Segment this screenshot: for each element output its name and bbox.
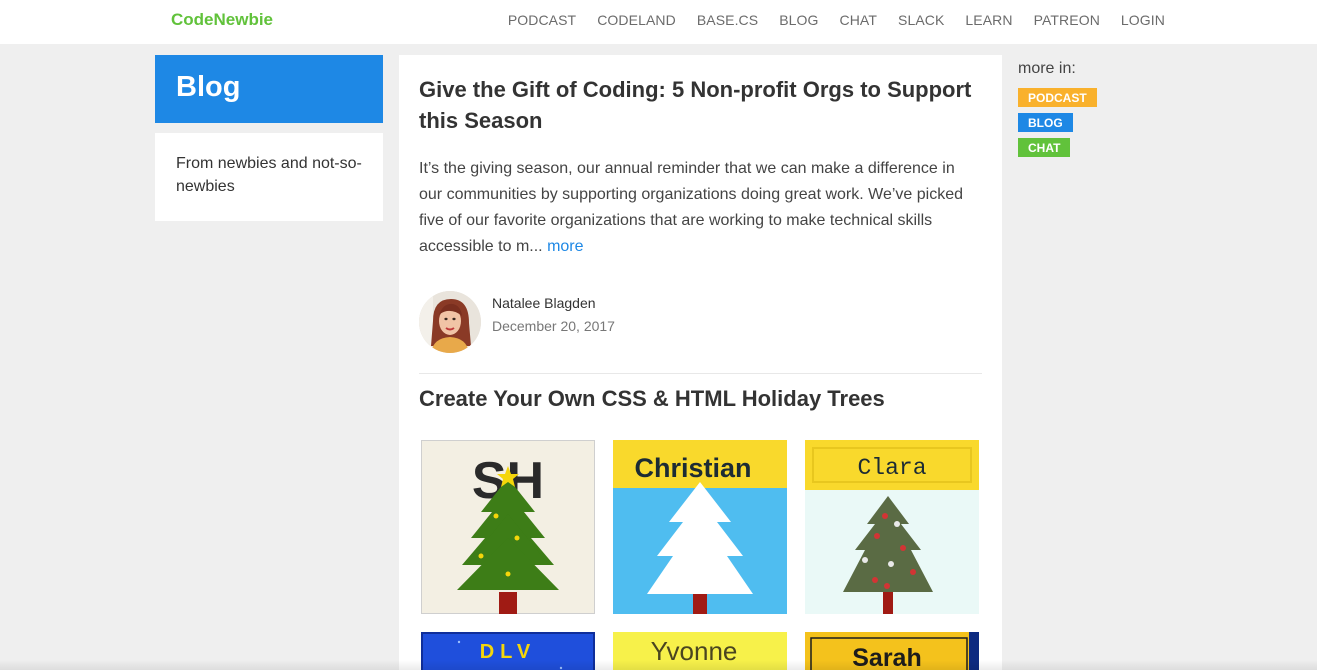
tree-tile-sh[interactable]: SH <box>421 440 595 614</box>
tag-blog[interactable]: BLOG <box>1018 113 1073 132</box>
bottom-shadow <box>0 660 1317 670</box>
post-title[interactable]: Give the Gift of Coding: 5 Non-profit Or… <box>419 74 982 136</box>
nav-basecs[interactable]: BASE.CS <box>697 12 758 28</box>
nav-codeland[interactable]: CODELAND <box>597 12 676 28</box>
more-in-heading: more in: <box>1018 60 1076 77</box>
category-links: more in: PODCAST BLOG CHAT <box>1018 60 1158 157</box>
nav-slack[interactable]: SLACK <box>898 12 944 28</box>
holiday-tree-gallery: SH Christian <box>421 440 981 670</box>
author-meta: Natalee Blagden December 20, 2017 <box>492 291 615 335</box>
tree-tile-clara[interactable]: Clara <box>805 440 979 614</box>
brand-logo[interactable]: CodeNewbie <box>171 10 273 30</box>
sidebar-description: From newbies and not-so-newbies <box>155 133 383 221</box>
blog-sidebar: Blog From newbies and not-so-newbies <box>155 55 383 221</box>
tag-chat[interactable]: CHAT <box>1018 138 1071 157</box>
sidebar-title: Blog <box>155 55 383 123</box>
nav-blog[interactable]: BLOG <box>779 12 818 28</box>
post-excerpt: It’s the giving season, our annual remin… <box>419 156 982 260</box>
nav-chat[interactable]: CHAT <box>840 12 877 28</box>
author-name[interactable]: Natalee Blagden <box>492 294 615 312</box>
tile-label-clara: Clara <box>857 455 926 481</box>
nav-learn[interactable]: LEARN <box>965 12 1012 28</box>
author-avatar[interactable] <box>419 291 481 353</box>
post-date: December 20, 2017 <box>492 318 615 334</box>
top-navbar: CodeNewbie PODCAST CODELAND BASE.CS BLOG… <box>0 0 1317 44</box>
post-excerpt-text: It’s the giving season, our annual remin… <box>419 160 963 255</box>
main-nav: PODCAST CODELAND BASE.CS BLOG CHAT SLACK… <box>487 12 1165 28</box>
read-more-link[interactable]: more <box>547 238 583 255</box>
post-author: Natalee Blagden December 20, 2017 <box>419 291 982 355</box>
nav-podcast[interactable]: PODCAST <box>508 12 576 28</box>
post-feed: Give the Gift of Coding: 5 Non-profit Or… <box>399 55 1002 670</box>
tag-podcast[interactable]: PODCAST <box>1018 88 1097 107</box>
post-divider <box>419 373 982 374</box>
post-title-2[interactable]: Create Your Own CSS & HTML Holiday Trees <box>419 386 982 412</box>
nav-patreon[interactable]: PATREON <box>1034 12 1100 28</box>
tree-tile-christian[interactable]: Christian <box>613 440 787 614</box>
nav-login[interactable]: LOGIN <box>1121 12 1165 28</box>
tile-label-christian: Christian <box>634 453 751 483</box>
